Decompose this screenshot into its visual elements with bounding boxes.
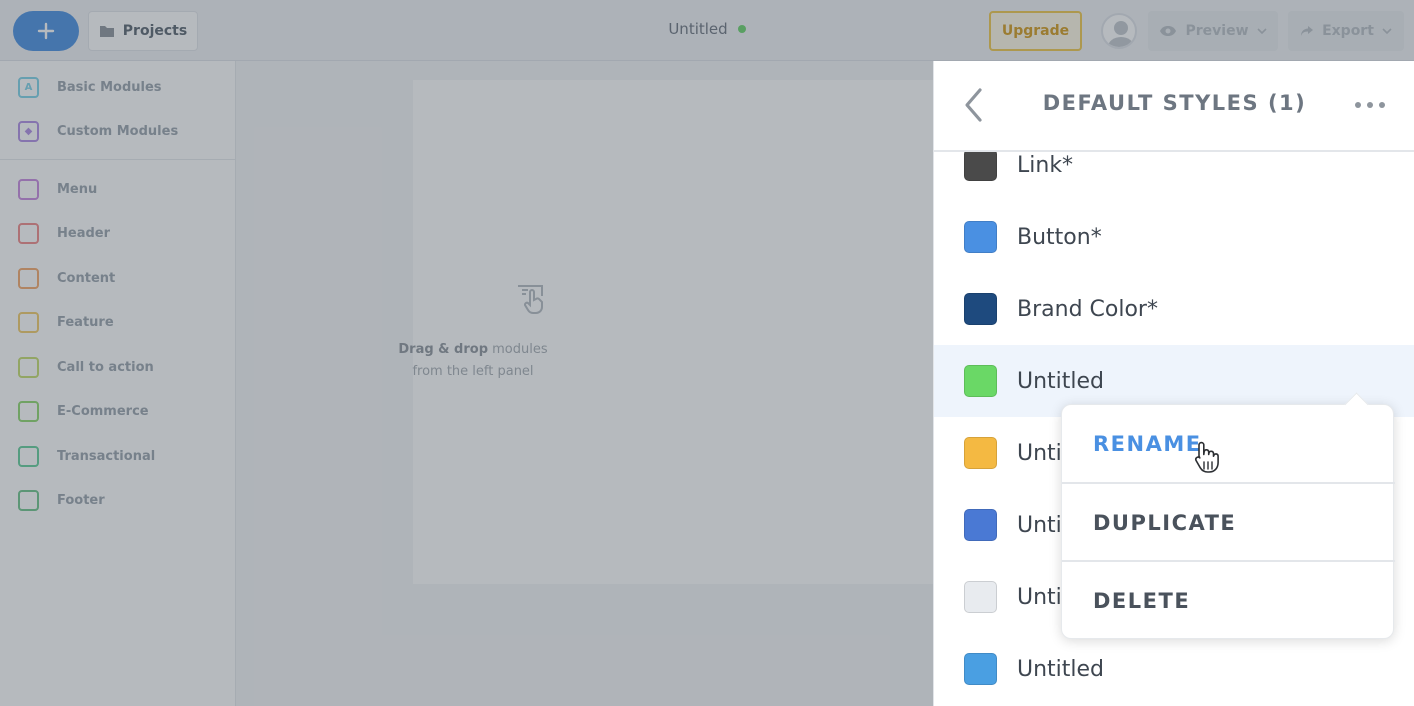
export-label: Export — [1322, 23, 1374, 39]
eye-icon — [1160, 26, 1177, 36]
sidebar-item-label: Header — [57, 225, 111, 241]
sidebar-item-label: Content — [57, 270, 116, 286]
sidebar-item-content[interactable]: Content — [18, 266, 115, 290]
sidebar-item-label: E-Commerce — [57, 403, 149, 419]
preview-label: Preview — [1185, 23, 1249, 39]
header-module-icon — [18, 222, 39, 244]
sidebar-item-feature[interactable]: Feature — [18, 310, 114, 334]
style-name: Brand Color* — [1017, 296, 1158, 322]
menu-module-icon — [18, 178, 39, 200]
chevron-down-icon — [1382, 28, 1392, 34]
style-name: Untitled — [1017, 368, 1105, 394]
cart-module-icon — [18, 400, 39, 422]
share-arrow-icon — [1301, 26, 1314, 36]
top-bar: Projects Untitled Upgrade Preview Export — [0, 0, 1414, 61]
style-context-menu: RENAME DUPLICATE DELETE — [1061, 404, 1395, 640]
hand-pointer-cursor-icon — [1195, 441, 1219, 473]
footer-module-icon — [18, 489, 39, 511]
color-swatch[interactable] — [964, 437, 997, 469]
color-swatch[interactable] — [964, 149, 997, 181]
sidebar-item-label: Custom Modules — [57, 123, 179, 139]
chevron-down-icon — [1256, 28, 1267, 34]
sidebar-item-custom-modules[interactable]: ◆ Custom Modules — [18, 119, 178, 143]
style-name: Link* — [1017, 152, 1074, 178]
style-name: Untitled — [1017, 656, 1105, 682]
sidebar-item-header[interactable]: Header — [18, 221, 110, 245]
drop-hint-rest: modules — [488, 342, 548, 357]
content-module-icon — [18, 267, 39, 289]
delete-menu-item[interactable]: DELETE — [1062, 562, 1395, 640]
drag-drop-hand-icon — [518, 285, 543, 314]
more-options-icon[interactable] — [1355, 97, 1387, 113]
sidebar-item-label: Footer — [57, 492, 105, 508]
color-swatch[interactable] — [964, 293, 997, 325]
upgrade-button[interactable]: Upgrade — [989, 11, 1082, 51]
style-name: Button* — [1017, 224, 1102, 250]
sidebar-item-label: Feature — [57, 314, 114, 330]
modules-sidebar: A Basic Modules ◆ Custom Modules Menu He… — [0, 61, 236, 706]
preview-button[interactable]: Preview — [1148, 11, 1278, 51]
email-page-dropzone[interactable] — [413, 80, 933, 584]
color-swatch[interactable] — [964, 653, 997, 685]
saved-status-dot — [737, 24, 746, 33]
style-row-untitled-5[interactable]: Untitled — [934, 633, 1414, 705]
feature-module-icon — [18, 311, 39, 333]
panel-header: DEFAULT STYLES (1) — [934, 61, 1414, 152]
panel-title: DEFAULT STYLES (1) — [1042, 91, 1307, 115]
duplicate-menu-item[interactable]: DUPLICATE — [1062, 484, 1395, 562]
sidebar-item-basic-modules[interactable]: A Basic Modules — [18, 75, 162, 99]
sidebar-item-label: Menu — [57, 181, 98, 197]
transactional-module-icon — [18, 445, 39, 467]
drop-hint-line2: from the left panel — [412, 364, 534, 379]
color-swatch[interactable] — [964, 365, 997, 397]
export-button[interactable]: Export — [1288, 11, 1404, 51]
sidebar-item-label: Basic Modules — [57, 79, 162, 95]
drop-hint-bold: Drag & drop — [398, 342, 488, 357]
user-avatar[interactable] — [1101, 13, 1137, 49]
drop-hint: Drag & drop modules from the left panel — [0, 339, 946, 383]
sidebar-divider — [0, 159, 236, 160]
rename-menu-item[interactable]: RENAME — [1062, 405, 1395, 483]
color-swatch[interactable] — [964, 221, 997, 253]
sidebar-item-e-commerce[interactable]: E-Commerce — [18, 399, 149, 423]
color-swatch[interactable] — [964, 581, 997, 613]
color-swatch[interactable] — [964, 509, 997, 541]
text-a-icon: A — [18, 76, 39, 98]
document-title-text: Untitled — [668, 20, 728, 38]
editor-canvas: Drag & drop modules from the left panel — [236, 61, 933, 706]
sidebar-item-label: Transactional — [57, 448, 156, 464]
sidebar-item-footer[interactable]: Footer — [18, 488, 105, 512]
sidebar-item-transactional[interactable]: Transactional — [18, 444, 155, 468]
style-row-button[interactable]: Button* — [934, 201, 1414, 273]
sidebar-item-menu[interactable]: Menu — [18, 177, 97, 201]
diamond-icon: ◆ — [18, 120, 39, 142]
style-row-brand-color[interactable]: Brand Color* — [934, 273, 1414, 345]
